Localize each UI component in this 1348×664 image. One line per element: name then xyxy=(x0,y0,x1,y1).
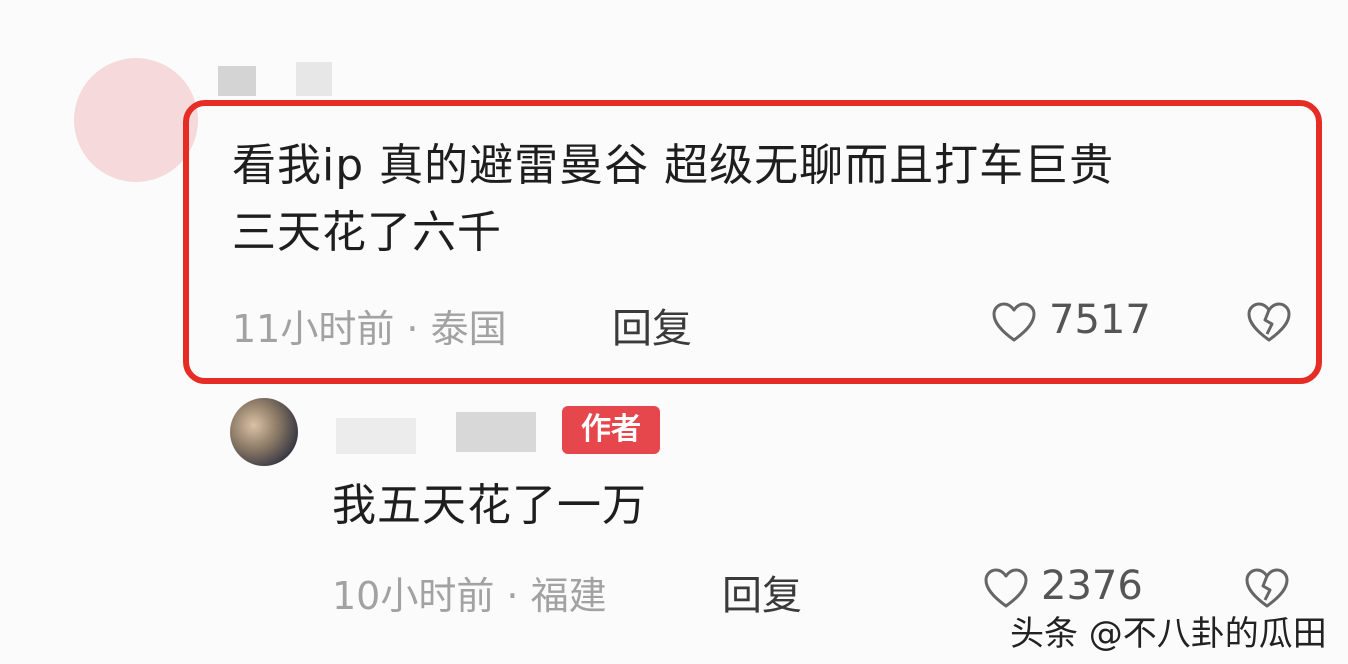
comment-line: 看我ip 真的避雷曼谷 超级无聊而且打车巨贵 xyxy=(232,140,1115,191)
author-avatar[interactable] xyxy=(230,398,298,466)
comment-text: 看我ip 真的避雷曼谷 超级无聊而且打车巨贵 三天花了六千 xyxy=(232,132,1292,266)
username-blurred[interactable] xyxy=(336,418,416,454)
username-blurred[interactable] xyxy=(218,66,256,96)
commenter-avatar[interactable] xyxy=(74,58,198,182)
comment-line: 三天花了六千 xyxy=(232,207,502,258)
like-count: 2376 xyxy=(1041,563,1143,609)
reply-button[interactable]: 回复 xyxy=(612,296,692,354)
watermark: 头条 @不八卦的瓜田 xyxy=(1010,614,1327,654)
username-blurred[interactable] xyxy=(296,62,332,96)
broken-heart-icon[interactable] xyxy=(1245,300,1293,348)
author-badge: 作者 xyxy=(562,406,660,454)
reply-text: 我五天花了一万 xyxy=(332,480,647,531)
like-count: 7517 xyxy=(1049,297,1151,343)
comment-time-location: 11小时前 · 泰国 xyxy=(232,307,507,351)
heart-outline-icon[interactable] xyxy=(990,300,1038,348)
reply-button[interactable]: 回复 xyxy=(722,563,802,621)
username-blurred[interactable] xyxy=(456,412,536,452)
reply-time-location: 10小时前 · 福建 xyxy=(332,574,607,618)
